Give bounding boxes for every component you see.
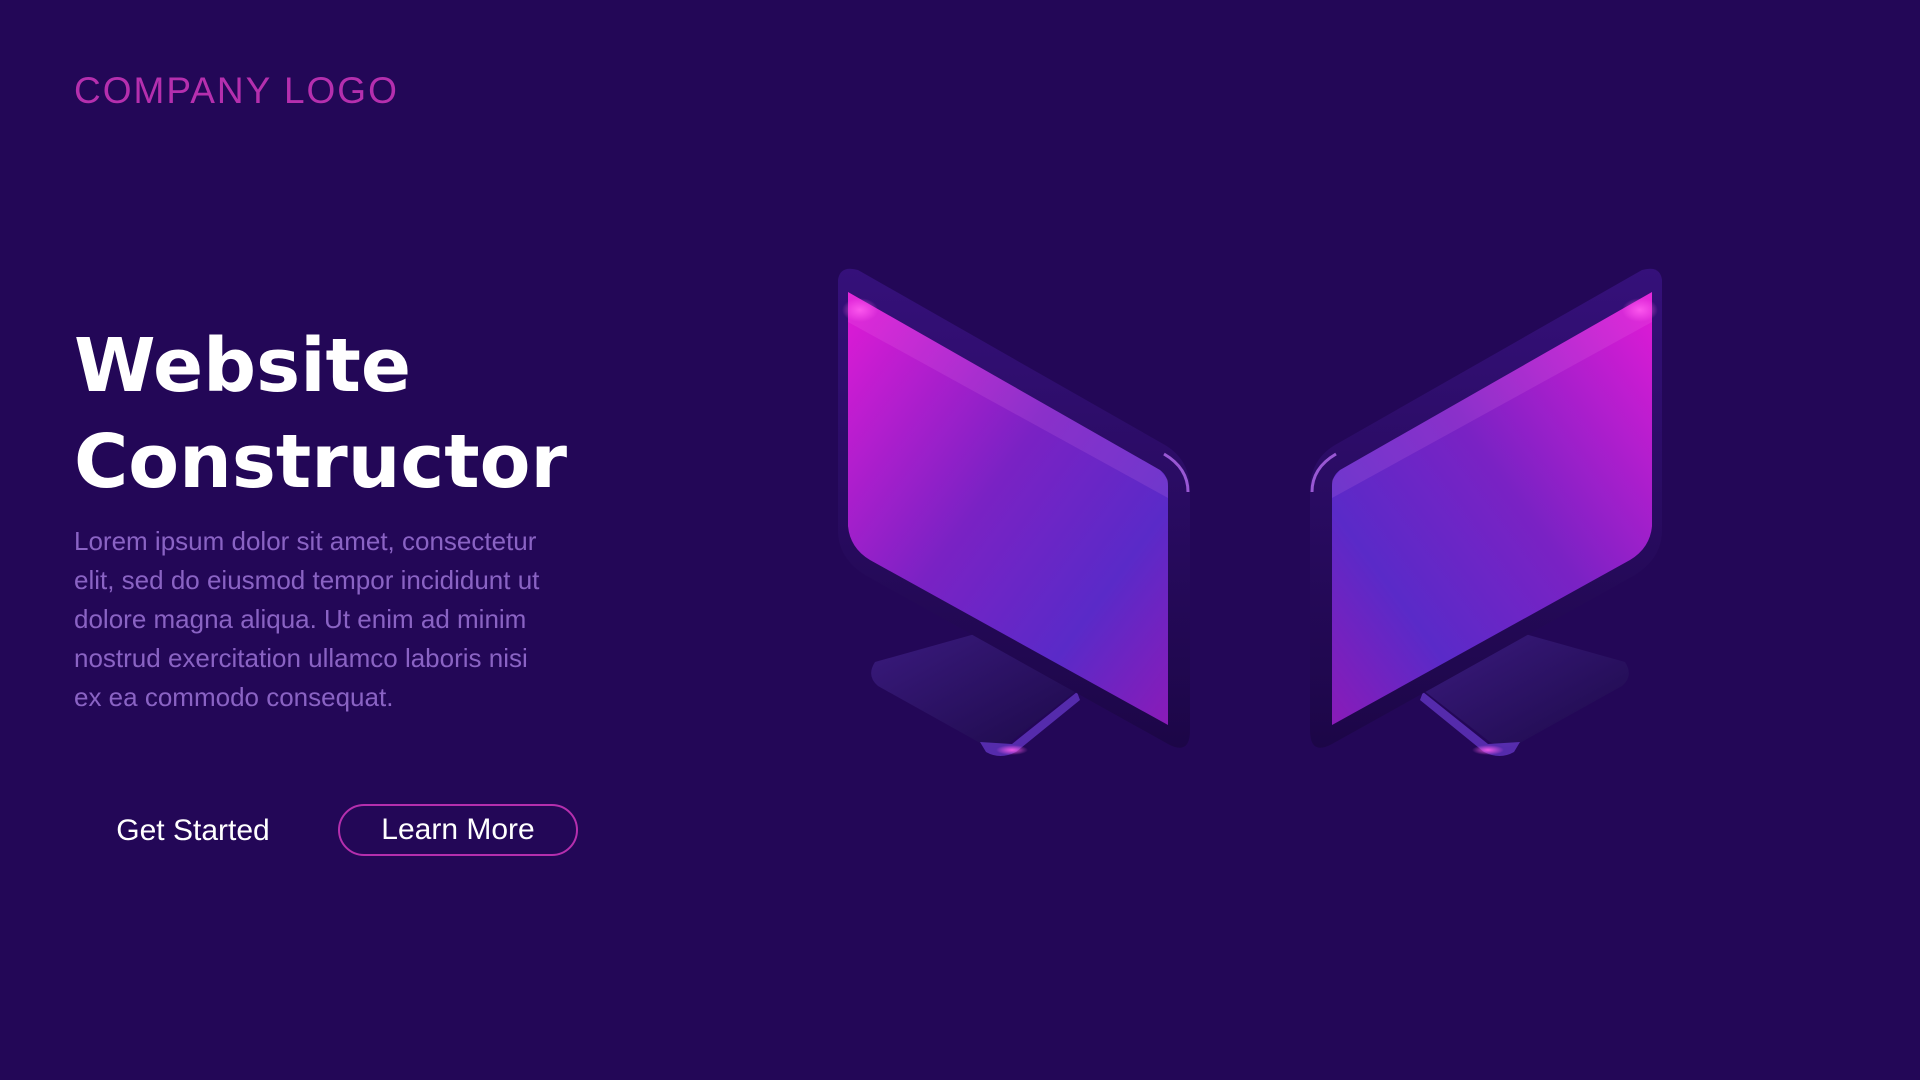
- hero-title: Website Constructor: [74, 318, 567, 510]
- monitors-illustration: [838, 268, 1662, 756]
- hero-title-line: Constructor: [74, 419, 567, 505]
- description-line: ex ea commodo consequat.: [74, 682, 394, 712]
- description-line: elit, sed do eiusmod tempor incididunt u…: [74, 565, 540, 595]
- description-line: nostrud exercitation ullamco laboris nis…: [74, 643, 528, 673]
- monitor-icon: [838, 268, 1190, 756]
- monitor-icon: [1310, 268, 1662, 756]
- get-started-button[interactable]: Get Started: [100, 804, 286, 856]
- description-line: dolore magna aliqua. Ut enim ad minim: [74, 604, 527, 634]
- hero-title-line: Website: [74, 323, 412, 409]
- hero-description: Lorem ipsum dolor sit amet, consectetur …: [74, 522, 634, 717]
- company-logo[interactable]: COMPANY LOGO: [74, 70, 399, 112]
- learn-more-button[interactable]: Learn More: [338, 804, 578, 856]
- description-line: Lorem ipsum dolor sit amet, consectetur: [74, 526, 537, 556]
